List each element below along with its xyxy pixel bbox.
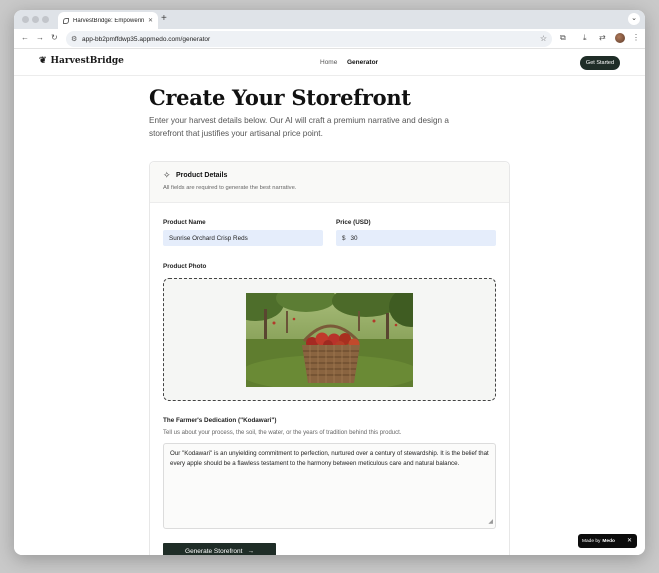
generate-storefront-button[interactable]: Generate Storefront → — [163, 543, 276, 555]
bookmark-star-icon[interactable]: ☆ — [540, 34, 547, 43]
tab-title: HarvestBridge: Empowering — [73, 17, 144, 24]
made-by-badge[interactable]: Made by Medo ✕ — [578, 534, 637, 548]
main-content: Create Your Storefront Enter your harves… — [14, 77, 645, 555]
product-name-label: Product Name — [163, 219, 206, 226]
medo-logo: Medo — [602, 538, 615, 544]
menu-kebab-icon[interactable]: ⋮ — [632, 33, 640, 42]
card-title: Product Details — [176, 172, 228, 179]
minimize-window-icon[interactable] — [32, 16, 39, 23]
browser-toolbar: ← → ↻ ⚙ app-bb2pmffdwp35.appmedo.com/gen… — [14, 29, 645, 49]
product-photo-label: Product Photo — [163, 263, 207, 270]
product-name-input[interactable]: Sunrise Orchard Crisp Reds — [163, 230, 323, 246]
back-icon[interactable]: ← — [21, 33, 29, 42]
leaf-icon: ❦ — [39, 56, 47, 66]
maximize-window-icon[interactable] — [42, 16, 49, 23]
page-subtitle: Enter your harvest details below. Our AI… — [149, 116, 449, 138]
site-header: ❦ HarvestBridge Home Generator Get Start… — [14, 50, 645, 76]
download-icon[interactable]: ⤓ — [583, 33, 587, 43]
dedication-textarea[interactable]: Our "Kodawari" is an unyielding commitme… — [163, 443, 496, 529]
price-label: Price (USD) — [336, 219, 371, 226]
leaf-favicon-icon — [63, 17, 69, 24]
price-input[interactable]: $ 30 — [336, 230, 496, 246]
brand-name: HarvestBridge — [50, 56, 124, 66]
browser-window: HarvestBridge: Empowering ✕ + ⌄ ← → ↻ ⚙ … — [14, 10, 645, 555]
generate-button-label: Generate Storefront — [185, 547, 243, 555]
nav-home[interactable]: Home — [320, 59, 337, 66]
get-started-button[interactable]: Get Started — [580, 56, 620, 70]
cast-icon[interactable]: ⇄ — [599, 33, 606, 42]
resize-handle-icon[interactable]: ◢ — [488, 518, 493, 528]
currency-symbol: $ — [342, 234, 346, 242]
site-info-icon[interactable]: ⚙ — [71, 35, 77, 43]
brand-logo[interactable]: ❦ HarvestBridge — [39, 56, 124, 66]
dedication-label: The Farmer's Dedication ("Kodawari") — [163, 417, 277, 424]
forward-icon[interactable]: → — [36, 33, 44, 42]
page-title: Create Your Storefront — [149, 85, 411, 110]
product-name-value: Sunrise Orchard Crisp Reds — [169, 234, 248, 242]
close-tab-icon[interactable]: ✕ — [148, 17, 153, 24]
address-bar[interactable]: ⚙ app-bb2pmffdwp35.appmedo.com/generator… — [66, 31, 552, 47]
profile-avatar[interactable] — [615, 33, 625, 43]
reload-icon[interactable]: ↻ — [51, 33, 58, 42]
price-value: 30 — [350, 234, 358, 242]
close-window-icon[interactable] — [22, 16, 29, 23]
tab-bar: HarvestBridge: Empowering ✕ + ⌄ — [14, 10, 645, 29]
made-by-text: Made by — [582, 538, 601, 544]
url-text: app-bb2pmffdwp35.appmedo.com/generator — [82, 35, 211, 43]
sparkles-icon: ✧ — [163, 170, 171, 180]
product-details-card: ✧ Product Details All fields are require… — [149, 161, 510, 555]
photo-dropzone[interactable] — [163, 278, 496, 401]
dedication-value: Our "Kodawari" is an unyielding commitme… — [170, 450, 489, 467]
new-tab-icon[interactable]: + — [161, 13, 167, 24]
dedication-help-text: Tell us about your process, the soil, th… — [163, 430, 402, 436]
tab-search-icon[interactable]: ⌄ — [628, 13, 640, 25]
card-header: ✧ Product Details All fields are require… — [150, 162, 509, 203]
arrow-right-icon: → — [247, 547, 254, 555]
nav-generator[interactable]: Generator — [347, 59, 378, 66]
card-subtitle: All fields are required to generate the … — [163, 185, 297, 191]
browser-tab[interactable]: HarvestBridge: Empowering ✕ — [58, 12, 158, 29]
product-photo — [246, 293, 413, 387]
extensions-icon[interactable]: ⧉ — [560, 33, 566, 43]
close-badge-icon[interactable]: ✕ — [627, 537, 632, 544]
